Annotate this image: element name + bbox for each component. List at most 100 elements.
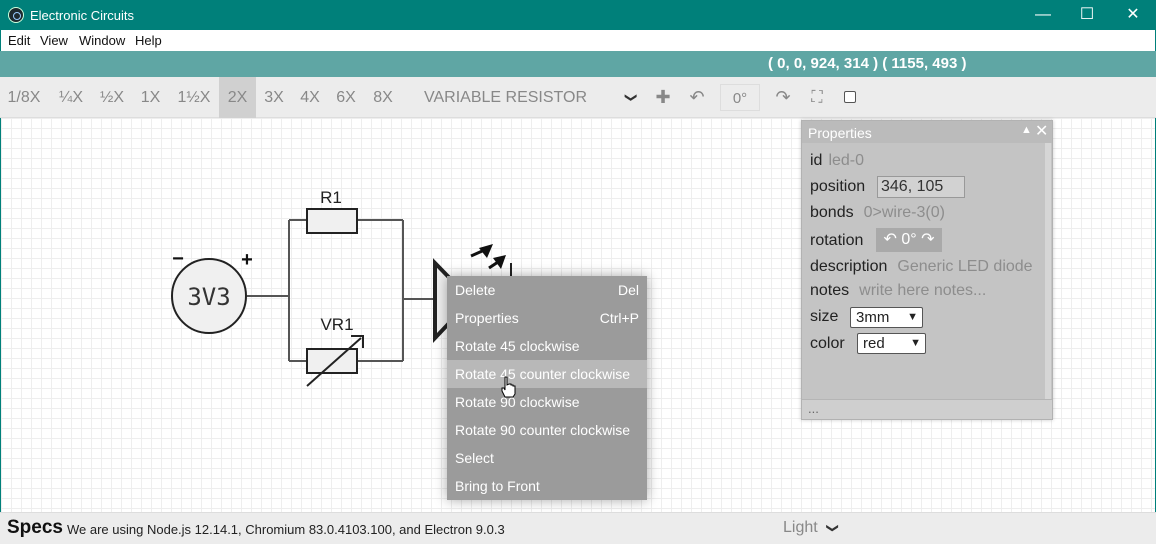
title-bar: Electronic Circuits — ☐ ✕ [0,0,1156,30]
chevron-down-icon: ❯ [825,522,840,534]
ctx-properties-shortcut: Ctrl+P [599,310,639,326]
zoom-1-5x-button[interactable]: 1½X [171,77,217,118]
zoom-6x-button[interactable]: 6X [329,77,363,118]
rotate-cw-icon[interactable]: ↷ [921,231,934,248]
ctx-select[interactable]: Select [447,444,647,472]
toolbar-checkbox[interactable] [844,91,856,103]
position-input[interactable]: 346, 105 [877,176,965,198]
prop-bonds-row: bonds 0>wire-3(0) [810,204,945,222]
coordinates-bar: ( 0, 0, 924, 314 ) ( 1155, 493 ) [0,51,1156,77]
ctx-delete-shortcut: Del [617,282,639,298]
ctx-rotate-90-cw[interactable]: Rotate 90 clockwise [447,388,647,416]
menu-edit[interactable]: Edit [8,33,30,48]
ctx-rotate-45-ccw-label: Rotate 45 counter clockwise [455,366,631,382]
zoom-8x-button[interactable]: 8X [366,77,400,118]
add-icon[interactable]: ✚ [650,77,676,118]
close-button[interactable]: ✕ [1110,0,1156,30]
specs-text: We are using Node.js 12.14.1, Chromium 8… [67,522,505,537]
component-select[interactable]: VARIABLE RESISTOR ❯ [410,77,644,118]
menu-window[interactable]: Window [79,33,125,48]
rotation-value: 0° [901,231,917,248]
vr1-label: VR1 [320,315,353,334]
menu-bar: Edit View Window Help [0,30,1156,51]
coordinates-readout: ( 0, 0, 924, 314 ) ( 1155, 493 ) [768,55,967,72]
prop-bonds-label: bonds [810,204,854,221]
prop-id-value: led-0 [828,152,865,169]
properties-panel: Properties ▲ ✕ id led-0 position 346, 105… [801,120,1053,420]
prop-description-value: Generic LED diode [897,258,1033,275]
zoom-4x-button[interactable]: 4X [293,77,327,118]
prop-id-label: id [810,152,823,169]
ctx-rotate-45-cw[interactable]: Rotate 45 clockwise [447,332,647,360]
prop-notes-row: notes write here notes... [810,282,986,300]
ctx-select-label: Select [455,450,494,466]
hand-cursor-icon [501,376,516,398]
ctx-bring-to-front-label: Bring to Front [455,478,540,494]
zoom-quarter-button[interactable]: ¼X [52,77,90,118]
prop-rotation-label: rotation [810,232,864,249]
menu-view[interactable]: View [40,33,68,48]
ctx-rotate-90-ccw-label: Rotate 90 counter clockwise [455,422,631,438]
app-icon [8,7,24,23]
ctx-delete[interactable]: Delete Del [447,276,647,304]
ctx-properties-label: Properties [455,310,519,326]
properties-header[interactable]: Properties ▲ ✕ [802,121,1052,143]
battery-minus: − [172,248,184,270]
ctx-bring-to-front[interactable]: Bring to Front [447,472,647,500]
ctx-properties[interactable]: Properties Ctrl+P [447,304,647,332]
chevron-down-icon: ▼ [907,311,918,323]
window-title: Electronic Circuits [30,8,135,23]
zoom-2x-button[interactable]: 2X [219,77,256,118]
prop-bonds-value: 0>wire-3(0) [863,204,945,221]
chevron-down-icon: ▼ [910,337,921,349]
collapse-icon[interactable]: ▲ [1021,124,1032,136]
zoom-1x-button[interactable]: 1X [133,77,168,118]
minimize-button[interactable]: — [1020,0,1066,30]
size-select[interactable]: 3mm ▼ [850,307,923,328]
rotation-control: ↶ 0° ↷ [876,228,942,252]
fullscreen-icon[interactable]: ⛶ [804,77,830,118]
angle-display: 0° [720,84,760,111]
rotate-ccw-icon[interactable]: ↶ [883,231,896,248]
zoom-1-8x-button[interactable]: 1/8X [0,77,48,118]
theme-select-value: Light [783,519,818,536]
undo-icon[interactable]: ↶ [684,77,710,118]
battery-plus: + [241,249,253,271]
wires [247,219,435,362]
context-menu: Delete Del Properties Ctrl+P Rotate 45 c… [447,276,647,500]
properties-scrollbar[interactable] [1045,143,1051,399]
menu-help[interactable]: Help [135,33,162,48]
close-icon[interactable]: ✕ [1035,121,1048,141]
variable-resistor-vr1: VR1 [306,315,364,387]
prop-description-label: description [810,258,888,275]
ctx-delete-label: Delete [455,282,496,298]
properties-title: Properties [808,125,872,141]
chevron-down-icon: ❯ [624,92,639,103]
battery-label: 3V3 [187,283,230,311]
properties-footer: ... [802,399,1052,419]
component-select-value: VARIABLE RESISTOR [424,89,588,106]
prop-description-row: description Generic LED diode [810,258,1033,276]
ctx-rotate-45-ccw[interactable]: Rotate 45 counter clockwise [447,360,647,388]
ctx-rotate-45-cw-label: Rotate 45 clockwise [455,338,580,354]
prop-size-label: size [810,308,839,325]
notes-input[interactable]: write here notes... [859,282,986,299]
zoom-3x-button[interactable]: 3X [257,77,291,118]
prop-notes-label: notes [810,282,850,299]
battery-3v3: 3V3 − + [171,248,253,334]
prop-id-row: id led-0 [810,152,864,170]
zoom-half-button[interactable]: ½X [93,77,131,118]
maximize-button[interactable]: ☐ [1064,0,1110,30]
color-select[interactable]: red ▼ [857,333,926,354]
status-bar: Specs We are using Node.js 12.14.1, Chro… [0,512,1156,544]
theme-select[interactable]: Light ❯ [783,519,840,537]
properties-footer-text: ... [808,401,819,416]
resistor-r1: R1 [306,188,358,234]
size-select-value: 3mm [856,309,890,326]
ctx-rotate-90-ccw[interactable]: Rotate 90 counter clockwise [447,416,647,444]
redo-icon[interactable]: ↷ [770,77,796,118]
specs-title: Specs [7,517,63,538]
toolbar: 1/8X ¼X ½X 1X 1½X 2X 3X 4X 6X 8X VARIABL… [0,77,1156,118]
color-select-value: red [863,335,885,352]
prop-color-label: color [810,335,845,352]
